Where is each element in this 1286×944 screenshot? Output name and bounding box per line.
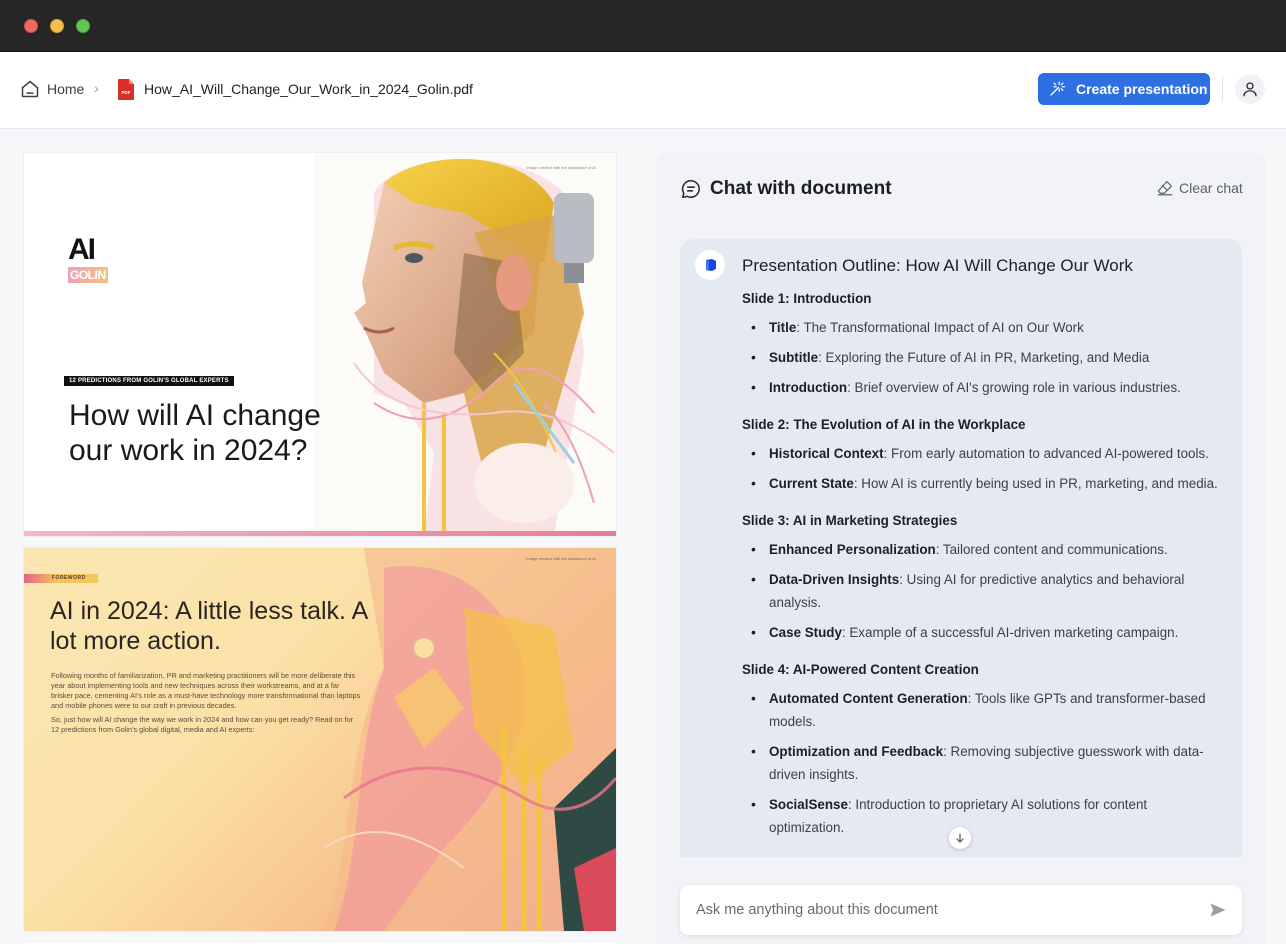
image-credit: Image created with the assistance of AI <box>526 556 596 561</box>
bullet-term: Automated Content Generation <box>769 691 968 706</box>
window-titlebar <box>0 0 1286 52</box>
arrow-down-icon <box>956 833 964 843</box>
bullet-term: Enhanced Personalization <box>769 542 936 557</box>
outline-bullet: Title: The Transformational Impact of AI… <box>742 316 1222 339</box>
golin-ai-logo: AI GOLIN <box>68 235 116 295</box>
message-title: Presentation Outline: How AI Will Change… <box>742 256 1133 275</box>
foreword-paragraph: So, just how will AI change the way we w… <box>51 715 354 734</box>
header-divider <box>1222 76 1223 102</box>
bullet-term: Subtitle <box>769 350 819 365</box>
cover-title: How will AI change our work in 2024? <box>69 399 321 467</box>
top-bar: Home › PDF How_AI_Will_Change_Our_Work_i… <box>0 52 1286 129</box>
assistant-avatar <box>695 250 725 280</box>
outline-bullet: Data-Driven Insights: Using AI for predi… <box>742 568 1222 614</box>
eraser-icon <box>1157 181 1173 196</box>
image-credit: Image created with the assistance of AI <box>526 165 596 170</box>
pdf-file-icon: PDF <box>118 79 134 100</box>
breadcrumb-separator: › <box>94 80 99 96</box>
bullet-term: Optimization and Feedback <box>769 744 944 759</box>
home-icon[interactable] <box>20 79 40 99</box>
bullet-term: Data-Driven Insights <box>769 572 900 587</box>
document-page-2: Image created with the assistance of AI … <box>24 548 616 931</box>
bullet-term: Title <box>769 320 797 335</box>
chat-panel: Chat with document Clear chat Presentati… <box>656 153 1266 944</box>
breadcrumb-home[interactable]: Home <box>47 81 84 97</box>
pdf-label: PDF <box>122 90 131 95</box>
chat-input[interactable] <box>696 898 1196 922</box>
close-window-button[interactable] <box>24 19 38 33</box>
magic-wand-icon <box>1050 81 1066 96</box>
clear-chat-label: Clear chat <box>1179 180 1243 196</box>
outline-bullet: Current State: How AI is currently being… <box>742 472 1222 495</box>
foreword-title: AI in 2024: A little less talk. A lot mo… <box>50 597 367 655</box>
bullet-text: : From early automation to advanced AI-p… <box>883 446 1209 461</box>
minimize-window-button[interactable] <box>50 19 64 33</box>
chat-input-container <box>680 885 1242 935</box>
outline-bullet: SocialSense: Introduction to proprietary… <box>742 793 1222 839</box>
bullet-text: : The Transformational Impact of AI on O… <box>796 320 1084 335</box>
presentation-outline: Slide 1: Introduction Title: The Transfor… <box>742 291 1222 857</box>
outline-bullet: Historical Context: From early automatio… <box>742 442 1222 465</box>
scroll-down-button[interactable] <box>949 827 971 849</box>
cover-illustration <box>314 153 616 536</box>
bullet-text: : Exploring the Future of AI in PR, Mark… <box>818 350 1150 365</box>
logo-brand: GOLIN <box>68 267 108 283</box>
foreword-body: Following months of familiarization, PR … <box>51 671 361 739</box>
assistant-message: Presentation Outline: How AI Will Change… <box>680 239 1242 857</box>
slide-bullet-list: Automated Content Generation: Tools like… <box>742 687 1222 839</box>
cover-tag: 12 PREDICTIONS FROM GOLIN'S GLOBAL EXPER… <box>64 376 234 386</box>
cube-logo-icon <box>706 259 716 271</box>
slide-heading: Slide 1: Introduction <box>742 291 872 306</box>
foreword-tag: FOREWORD <box>24 574 98 583</box>
bullet-text: : Example of a successful AI-driven mark… <box>841 625 1179 640</box>
user-icon <box>1243 82 1257 97</box>
bullet-text: : Tailored content and communications. <box>935 542 1168 557</box>
maximize-window-button[interactable] <box>76 19 90 33</box>
send-icon[interactable] <box>1208 900 1228 920</box>
bullet-term: Case Study <box>769 625 842 640</box>
bullet-term: Historical Context <box>769 446 884 461</box>
breadcrumb-file-name: How_AI_Will_Change_Our_Work_in_2024_Goli… <box>144 81 473 97</box>
outline-bullet: Subtitle: Exploring the Future of AI in … <box>742 346 1222 369</box>
clear-chat-button[interactable]: Clear chat <box>1156 179 1243 197</box>
outline-bullet: Optimization and Feedback: Removing subj… <box>742 740 1222 786</box>
bullet-term: SocialSense <box>769 797 848 812</box>
slide-bullet-list: Historical Context: From early automatio… <box>742 442 1222 495</box>
slide-bullet-list: Title: The Transformational Impact of AI… <box>742 316 1222 399</box>
slide-heading: Slide 4: AI-Powered Content Creation <box>742 662 979 677</box>
create-presentation-label: Create presentation <box>1076 81 1208 97</box>
document-page-1: Image created with the assistance of AI … <box>24 153 616 536</box>
create-presentation-button[interactable]: Create presentation <box>1038 73 1210 105</box>
user-avatar-button[interactable] <box>1235 74 1265 104</box>
bullet-term: Introduction <box>769 380 848 395</box>
slide-heading: Slide 2: The Evolution of AI in the Work… <box>742 417 1026 432</box>
outline-bullet: Case Study: Example of a successful AI-d… <box>742 621 1222 644</box>
outline-bullet: Introduction: Brief overview of AI's gro… <box>742 376 1222 399</box>
outline-bullet: Automated Content Generation: Tools like… <box>742 687 1222 733</box>
bullet-text: : How AI is currently being used in PR, … <box>853 476 1218 491</box>
outline-bullet: Enhanced Personalization: Tailored conte… <box>742 538 1222 561</box>
bullet-text: : Brief overview of AI's growing role in… <box>847 380 1181 395</box>
cover-bottom-bar <box>24 531 616 536</box>
chat-title: Chat with document <box>710 178 892 199</box>
chat-bubble-icon <box>681 179 700 199</box>
slide-bullet-list: Enhanced Personalization: Tailored conte… <box>742 538 1222 644</box>
slide-heading: Slide 3: AI in Marketing Strategies <box>742 513 958 528</box>
foreword-paragraph: Following months of familiarization, PR … <box>51 671 361 710</box>
bullet-term: Current State <box>769 476 854 491</box>
logo-mark: AI <box>68 233 96 266</box>
document-viewer[interactable]: Image created with the assistance of AI … <box>0 129 640 944</box>
